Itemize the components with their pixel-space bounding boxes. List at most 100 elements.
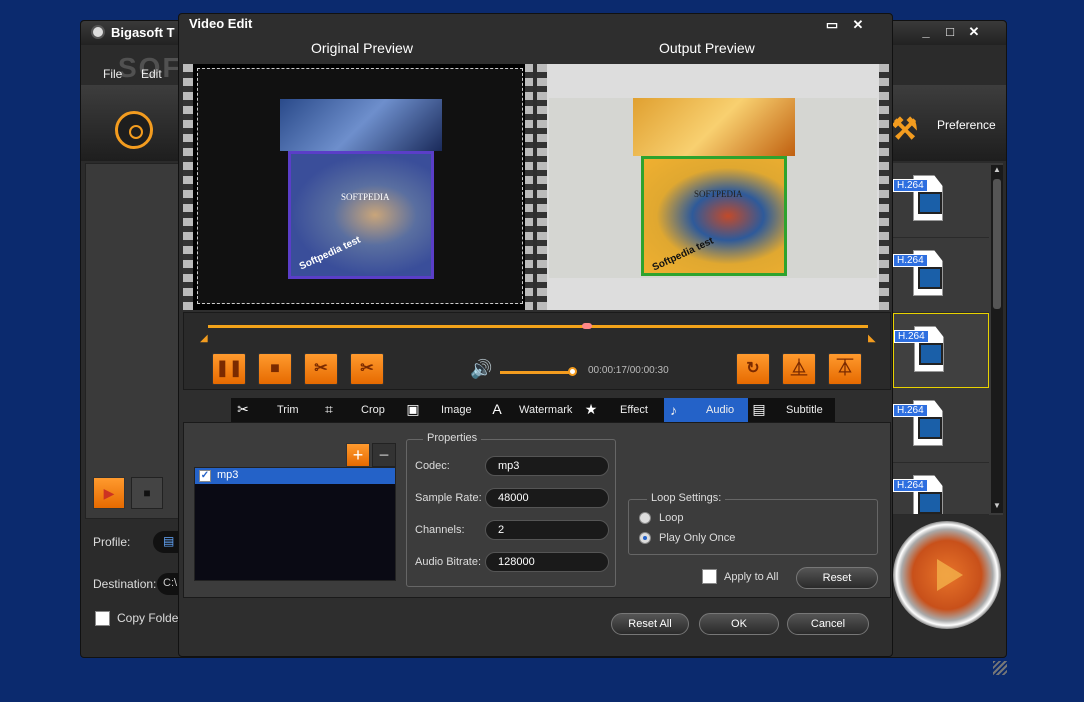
cut-button[interactable]: ✂ [304, 353, 338, 385]
audio-panel: + − ✓ mp3 Properties Codec: mp3 Sample R… [183, 422, 891, 598]
sample-rate-field[interactable]: 48000 [485, 488, 609, 508]
file-row[interactable]: H.264 [893, 388, 989, 463]
tab-subtitle[interactable]: Subtitle [786, 398, 823, 422]
properties-group: Properties Codec: mp3 Sample Rate: 48000… [406, 432, 616, 587]
track-label: mp3 [217, 469, 239, 481]
music-icon: ♪ [670, 402, 677, 418]
file-list: H.264 H.264 H.264 H.264 H.264 [893, 163, 1003, 515]
filmstrip [537, 64, 547, 310]
stop-button[interactable]: ■ [258, 353, 292, 385]
scroll-down-icon[interactable]: ▼ [991, 501, 1003, 513]
scroll-thumb[interactable] [993, 179, 1001, 309]
bitrate-field[interactable]: 128000 [485, 552, 609, 572]
timeline-slider[interactable] [208, 325, 868, 328]
video-edit-dialog: Video Edit ▭ ✕ Original Preview Output P… [178, 13, 893, 657]
ok-button[interactable]: OK [699, 613, 779, 635]
trim-end-handle[interactable]: ◣ [868, 333, 876, 344]
flip-vertical-button[interactable]: ⏄ [828, 353, 862, 385]
filmstrip [183, 64, 193, 310]
pause-button[interactable]: ❚❚ [212, 353, 246, 385]
audio-track-list: ✓ mp3 [194, 467, 396, 581]
tab-trim[interactable]: Trim [277, 398, 299, 422]
watermark-icon: A [492, 401, 502, 417]
file-row[interactable]: H.264 [893, 163, 989, 238]
apply-to-all-checkbox[interactable] [702, 569, 717, 584]
rotate-button[interactable]: ↻ [736, 353, 770, 385]
trim-start-handle[interactable]: ◢ [200, 333, 208, 344]
scroll-up-icon[interactable]: ▲ [991, 165, 1003, 177]
tab-audio-label: Audio [706, 404, 735, 416]
copy-folder-checkbox[interactable] [95, 611, 110, 626]
video-frame-top [280, 99, 442, 151]
list-item[interactable]: ✓ mp3 [195, 468, 395, 484]
tab-audio[interactable]: ♪ Audio [664, 398, 748, 422]
volume-icon[interactable]: 🔊 [470, 359, 492, 380]
preference-label[interactable]: Preference [937, 118, 996, 132]
video-frame-top [633, 98, 795, 156]
loop-settings-title: Loop Settings: [647, 492, 726, 504]
frame-text: SOFTPEDIA [341, 192, 390, 202]
dialog-title: Video Edit [189, 16, 253, 31]
codec-badge: H.264 [893, 479, 928, 492]
original-preview: SOFTPEDIA Softpedia test [183, 64, 533, 310]
video-frame: SOFTPEDIA Softpedia test [641, 156, 787, 276]
file-row-selected[interactable]: H.264 [893, 313, 989, 388]
remove-audio-button[interactable]: − [372, 443, 396, 467]
apply-to-all-label: Apply to All [724, 571, 779, 583]
film-reel-icon[interactable] [115, 111, 153, 149]
play-button[interactable]: ▶ [93, 477, 125, 509]
frame-caption: Softpedia test [297, 234, 363, 273]
codec-badge: H.264 [893, 254, 928, 267]
stop-button[interactable]: ■ [131, 477, 163, 509]
tab-effect[interactable]: Effect [620, 398, 648, 422]
image-icon: ▣ [406, 401, 420, 417]
volume-slider[interactable] [500, 371, 572, 374]
close-icon[interactable]: ✕ [965, 23, 983, 41]
add-audio-button[interactable]: + [346, 443, 370, 467]
track-checkbox[interactable]: ✓ [199, 470, 211, 482]
codec-badge: H.264 [893, 179, 928, 192]
split-button[interactable]: ✂ [350, 353, 384, 385]
filmstrip [879, 64, 889, 310]
loop-radio[interactable] [639, 512, 651, 524]
filmstrip [525, 64, 533, 310]
codec-badge: H.264 [894, 330, 929, 343]
subtitle-icon: ▤ [752, 401, 766, 417]
tab-crop[interactable]: Crop [361, 398, 385, 422]
scissors-icon: ✂ [237, 401, 249, 417]
convert-button[interactable] [893, 521, 1001, 629]
properties-title: Properties [423, 432, 482, 444]
reset-all-button[interactable]: Reset All [611, 613, 689, 635]
flip-horizontal-button[interactable]: ⏅ [782, 353, 816, 385]
crop-icon: ⌗ [325, 401, 333, 417]
minimize-icon[interactable]: _ [917, 23, 935, 41]
channels-field[interactable]: 2 [485, 520, 609, 540]
timeline-position[interactable] [582, 323, 592, 329]
time-display: 00:00:17/00:00:30 [588, 365, 669, 376]
dialog-close-icon[interactable]: ✕ [849, 16, 867, 34]
codec-field[interactable]: mp3 [485, 456, 609, 476]
cancel-button[interactable]: Cancel [787, 613, 869, 635]
file-row[interactable]: H.264 [893, 463, 989, 515]
file-list-scrollbar[interactable]: ▲ ▼ [991, 165, 1003, 513]
profile-label: Profile: [93, 535, 131, 549]
playback-controls: ◢ ◣ ❚❚ ■ ✂ ✂ 🔊 00:00:17/00:00:30 ↻ ⏅ ⏄ [183, 312, 891, 390]
tab-watermark[interactable]: Watermark [519, 398, 572, 422]
dialog-maximize-icon[interactable]: ▭ [823, 16, 841, 34]
tab-image[interactable]: Image [441, 398, 472, 422]
codec-badge: H.264 [893, 404, 928, 417]
tools-icon[interactable]: ⚒ [891, 111, 921, 149]
loop-label: Loop [659, 512, 684, 524]
copy-folder-label: Copy Folder [117, 611, 183, 625]
bitrate-label: Audio Bitrate: [415, 556, 482, 568]
resize-grip[interactable] [993, 661, 1007, 675]
reset-button[interactable]: Reset [796, 567, 878, 589]
maximize-icon[interactable]: □ [941, 23, 959, 41]
crop-area[interactable]: SOFTPEDIA Softpedia test [197, 68, 523, 304]
star-icon: ★ [584, 401, 598, 417]
file-row[interactable]: H.264 [893, 238, 989, 313]
play-once-label: Play Only Once [659, 532, 736, 544]
edit-tabs: ✂ Trim ⌗ Crop ▣ Image A Watermark ★ Effe… [231, 398, 835, 422]
volume-knob[interactable] [568, 367, 577, 376]
play-once-radio[interactable] [639, 532, 651, 544]
